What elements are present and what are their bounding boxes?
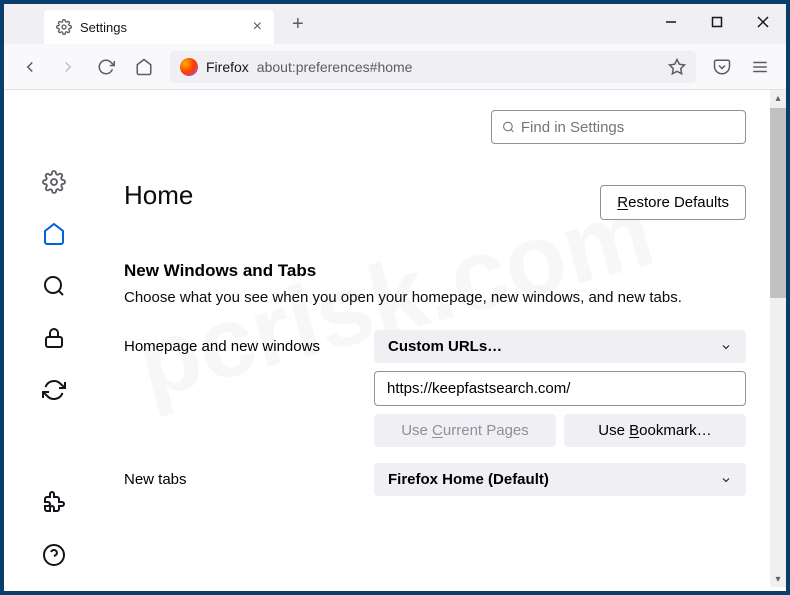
main-panel: Home Restore Defaults New Windows and Ta… (104, 90, 786, 587)
newtabs-mode-value: Firefox Home (Default) (388, 471, 549, 488)
back-button[interactable] (14, 51, 46, 83)
sidebar-privacy[interactable] (42, 326, 66, 350)
use-current-pages-button[interactable]: Use Current Pages (374, 414, 556, 447)
homepage-url-input[interactable] (374, 371, 746, 406)
titlebar: Settings × + (4, 4, 786, 44)
close-tab-button[interactable]: × (253, 18, 262, 36)
sidebar-sync[interactable] (42, 378, 66, 402)
tab-title: Settings (80, 20, 253, 35)
sidebar-extensions[interactable] (42, 491, 66, 515)
section-description: Choose what you see when you open your h… (124, 289, 746, 306)
section-title: New Windows and Tabs (124, 261, 746, 281)
newtabs-mode-select[interactable]: Firefox Home (Default) (374, 463, 746, 496)
urlbar-brand: Firefox (206, 59, 249, 75)
app-menu-button[interactable] (744, 51, 776, 83)
find-in-settings[interactable] (491, 110, 746, 144)
pocket-button[interactable] (706, 51, 738, 83)
sidebar (4, 90, 104, 587)
sidebar-home[interactable] (42, 222, 66, 246)
use-bookmark-button[interactable]: Use Bookmark… (564, 414, 746, 447)
forward-button[interactable] (52, 51, 84, 83)
homepage-label: Homepage and new windows (124, 330, 374, 355)
new-tab-button[interactable]: + (284, 9, 312, 40)
homepage-mode-select[interactable]: Custom URLs… (374, 330, 746, 363)
reload-button[interactable] (90, 51, 122, 83)
gear-icon (56, 19, 72, 35)
sidebar-search[interactable] (42, 274, 66, 298)
close-window-button[interactable] (740, 4, 786, 40)
newtabs-label: New tabs (124, 463, 374, 488)
maximize-button[interactable] (694, 4, 740, 40)
firefox-logo-icon (180, 58, 198, 76)
content-area: Home Restore Defaults New Windows and Ta… (4, 90, 786, 587)
chevron-down-icon (720, 341, 732, 353)
homepage-mode-value: Custom URLs… (388, 338, 502, 355)
chevron-down-icon (720, 474, 732, 486)
url-bar[interactable]: Firefox about:preferences#home (170, 51, 696, 83)
minimize-button[interactable] (648, 4, 694, 40)
home-button[interactable] (128, 51, 160, 83)
search-icon (502, 120, 515, 134)
restore-defaults-button[interactable]: Restore Defaults (600, 185, 746, 220)
toolbar: Firefox about:preferences#home (4, 44, 786, 90)
sidebar-general[interactable] (42, 170, 66, 194)
bookmark-star-icon[interactable] (668, 58, 686, 76)
browser-tab[interactable]: Settings × (44, 10, 274, 44)
urlbar-url: about:preferences#home (257, 59, 413, 75)
find-in-settings-input[interactable] (521, 119, 735, 136)
sidebar-help[interactable] (42, 543, 66, 567)
